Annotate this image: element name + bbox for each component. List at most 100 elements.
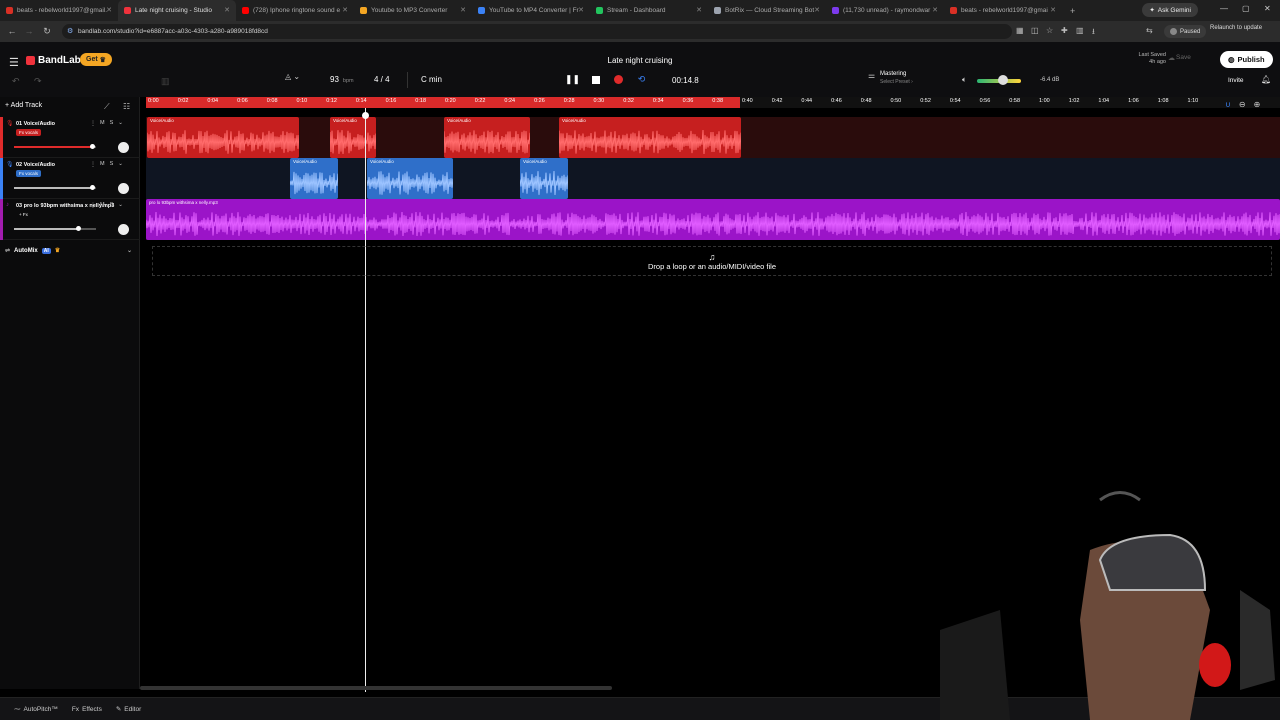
browser-tab[interactable]: YouTube to MP4 Converter | Fr ✕ bbox=[472, 0, 590, 21]
audio-clip[interactable]: Voice/Audio bbox=[559, 117, 741, 158]
browser-tab[interactable]: (728) Iphone ringtone sound e ✕ bbox=[236, 0, 354, 21]
track-header[interactable]: 🎙︎ 02 Voice/Audio Fx vocals ⋮ M S ⌄ bbox=[0, 158, 140, 199]
wand-icon[interactable]: ⟋ bbox=[104, 102, 110, 112]
solo-button[interactable]: S bbox=[110, 120, 114, 126]
browser-tab[interactable]: (11,730 unread) - raymondwar ✕ bbox=[826, 0, 944, 21]
get-membership-button[interactable]: Get ♛ bbox=[80, 53, 112, 66]
browser-tab[interactable]: Late night cruising - Studio ✕ bbox=[118, 0, 236, 21]
redo-icon[interactable]: ↷ bbox=[34, 76, 42, 87]
tab-close-icon[interactable]: ✕ bbox=[932, 6, 938, 14]
audio-clip[interactable]: Voice/Audio bbox=[367, 158, 453, 199]
solo-button[interactable]: S bbox=[110, 202, 114, 208]
menu-icon[interactable]: ☰ bbox=[9, 56, 19, 69]
horizontal-scrollbar[interactable] bbox=[140, 686, 612, 690]
site-info-icon[interactable]: ⚙ bbox=[67, 27, 73, 35]
chevron-down-icon[interactable]: ⌄ bbox=[118, 120, 123, 126]
screenshot-icon[interactable]: ◫ bbox=[1031, 26, 1039, 35]
track-volume-thumb[interactable] bbox=[75, 226, 81, 231]
track-fx-chip[interactable]: Fx vocals bbox=[16, 129, 42, 136]
browser-tab[interactable]: beats - rebelworld1997@gmail. ✕ bbox=[0, 0, 118, 21]
record-button[interactable] bbox=[612, 73, 625, 86]
minimize-icon[interactable]: — bbox=[1220, 4, 1228, 13]
grid-toggle-icon[interactable]: ▥ bbox=[161, 76, 170, 87]
mute-button[interactable]: M bbox=[100, 120, 105, 126]
extensions-puzzle-icon[interactable]: ✚ bbox=[1061, 26, 1068, 35]
audio-clip[interactable]: Voice/Audio bbox=[444, 117, 530, 158]
browser-tab[interactable]: beats - rebelworld1997@gmai ✕ bbox=[944, 0, 1062, 21]
tab-close-icon[interactable]: ✕ bbox=[342, 6, 348, 14]
track-volume-slider[interactable] bbox=[14, 144, 96, 149]
chevron-down-icon[interactable]: ⌄ bbox=[118, 161, 123, 167]
playhead-handle[interactable] bbox=[362, 112, 369, 119]
mute-button[interactable]: M bbox=[100, 202, 105, 208]
drop-zone[interactable]: ♫ Drop a loop or an audio/MIDI/video fil… bbox=[152, 246, 1272, 276]
reload-icon[interactable]: ↻ bbox=[38, 26, 56, 37]
invite-button[interactable]: Invite bbox=[1228, 77, 1244, 84]
url-field[interactable]: ⚙ bandlab.com/studio?id=e6887acc-a03c-43… bbox=[62, 24, 1012, 39]
tab-close-icon[interactable]: ✕ bbox=[460, 6, 466, 14]
forward-icon[interactable]: → bbox=[20, 26, 38, 36]
bandlab-logo[interactable]: BandLab bbox=[26, 55, 81, 66]
track-volume-slider[interactable] bbox=[14, 226, 96, 231]
automix-toggle[interactable]: ⇌ AutoMix AI ♛ ⌄ bbox=[5, 247, 132, 254]
back-icon[interactable]: ← bbox=[3, 26, 21, 36]
save-button[interactable]: Save bbox=[1176, 54, 1191, 61]
track-header[interactable]: 🎙︎ 01 Voice/Audio Fx vocals ⋮ M S ⌄ bbox=[0, 117, 140, 158]
autopitch-button[interactable]: ⁓ AutoPitch™ bbox=[14, 705, 58, 714]
pause-icon[interactable]: ❚❚ bbox=[565, 73, 580, 86]
track-volume-thumb[interactable] bbox=[89, 185, 95, 190]
key-selector[interactable]: C min bbox=[421, 75, 442, 84]
tempo-field[interactable]: 93 bpm bbox=[330, 75, 354, 84]
relaunch-button[interactable]: Relaunch to update bbox=[1210, 25, 1262, 31]
chevron-down-icon[interactable]: ⌄ bbox=[127, 247, 132, 254]
audio-clip[interactable]: Voice/Audio bbox=[330, 117, 376, 158]
browser-tab[interactable]: Youtube to MP3 Converter ✕ bbox=[354, 0, 472, 21]
time-signature[interactable]: 4 / 4 bbox=[374, 75, 390, 84]
sidebar-icon[interactable]: ▥ bbox=[1076, 26, 1084, 35]
track-fx-chip[interactable]: Fx vocals bbox=[16, 170, 42, 177]
ask-gemini-button[interactable]: ✦ Ask Gemini bbox=[1142, 3, 1198, 17]
tab-close-icon[interactable]: ✕ bbox=[814, 6, 820, 14]
tab-close-icon[interactable]: ✕ bbox=[106, 6, 112, 14]
audio-clip[interactable]: pro lo 93bpm withsima x nelly.mp3 bbox=[146, 199, 1280, 240]
master-volume-thumb[interactable] bbox=[998, 75, 1009, 85]
arrangement-area[interactable]: Voice/Audio Voice/Audio Voice/Audio Voice/A… bbox=[146, 117, 1280, 243]
audio-clip[interactable]: Voice/Audio bbox=[147, 117, 299, 158]
track-volume-thumb[interactable] bbox=[89, 144, 95, 149]
track-name[interactable]: 02 Voice/Audio bbox=[16, 162, 55, 168]
maximize-icon[interactable]: ▢ bbox=[1242, 4, 1250, 13]
pan-knob[interactable] bbox=[118, 224, 129, 235]
speaker-icon[interactable]: 🔈︎ bbox=[962, 75, 967, 85]
effects-button[interactable]: Fx Effects bbox=[72, 706, 102, 713]
track-name[interactable]: 01 Voice/Audio bbox=[16, 121, 55, 127]
track-fx-chip[interactable]: + Fx bbox=[16, 211, 31, 218]
magnet-icon[interactable]: ∪ bbox=[1225, 100, 1231, 109]
stop-icon[interactable] bbox=[589, 73, 602, 86]
mixer-icon[interactable]: ☷ bbox=[123, 102, 130, 111]
playhead[interactable] bbox=[365, 108, 366, 692]
zoom-out-icon[interactable]: ⊖ bbox=[1239, 100, 1246, 109]
track-header[interactable]: ♪ 03 pro lo 93bpm withsima x nelly.mp3 + F… bbox=[0, 199, 140, 240]
solo-button[interactable]: S bbox=[110, 161, 114, 167]
extension-icon[interactable]: ▦ bbox=[1016, 26, 1024, 35]
browser-tab[interactable]: Stream - Dashboard ✕ bbox=[590, 0, 708, 21]
publish-button[interactable]: ◍ Publish bbox=[1220, 51, 1273, 68]
zoom-in-icon[interactable]: ⊕ bbox=[1254, 100, 1261, 109]
tab-close-icon[interactable]: ✕ bbox=[1050, 6, 1056, 14]
track-menu-icon[interactable]: ⋮ bbox=[90, 202, 96, 209]
new-tab-icon[interactable]: + bbox=[1070, 6, 1075, 16]
pan-knob[interactable] bbox=[118, 142, 129, 153]
tab-close-icon[interactable]: ✕ bbox=[578, 6, 584, 14]
project-title[interactable]: Late night cruising bbox=[540, 56, 740, 65]
pan-knob[interactable] bbox=[118, 183, 129, 194]
track-menu-icon[interactable]: ⋮ bbox=[90, 161, 96, 168]
audio-clip[interactable]: Voice/Audio bbox=[290, 158, 338, 199]
loop-icon[interactable]: ⟲ bbox=[635, 73, 648, 86]
tab-close-icon[interactable]: ✕ bbox=[696, 6, 702, 14]
track-menu-icon[interactable]: ⋮ bbox=[90, 120, 96, 127]
mute-button[interactable]: M bbox=[100, 161, 105, 167]
audio-clip[interactable]: Voice/Audio bbox=[520, 158, 568, 199]
timeline-ruler[interactable]: 0:00 0:02 0:04 0:06 0:08 0:10 0:12 0:14 0:16 0:18… bbox=[146, 97, 1280, 108]
chevron-down-icon[interactable]: ⌄ bbox=[118, 202, 123, 208]
paused-badge[interactable]: Paused bbox=[1164, 25, 1207, 38]
